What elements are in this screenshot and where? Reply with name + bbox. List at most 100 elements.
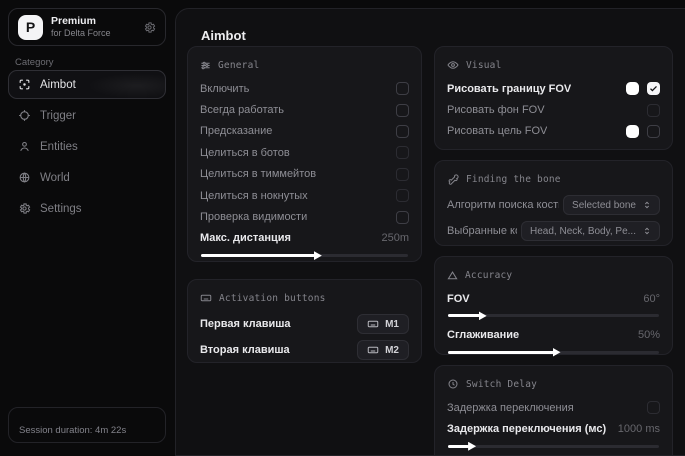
visual-row: Рисовать границу FOV bbox=[447, 78, 660, 99]
bone-algorithm-value: Selected bone bbox=[572, 200, 636, 211]
bone-selected-label: Выбранные кости bbox=[447, 225, 517, 237]
always-work-checkbox[interactable] bbox=[396, 104, 409, 117]
main-panel: Aimbot General Включить Всегда работать … bbox=[175, 8, 685, 456]
sidebar-item-settings[interactable]: Settings bbox=[8, 194, 166, 223]
toggle-label: Предсказание bbox=[200, 125, 272, 137]
fov-border-color-swatch[interactable] bbox=[626, 82, 639, 95]
target-teammates-checkbox[interactable] bbox=[396, 168, 409, 181]
fov-target-checkbox[interactable] bbox=[647, 125, 660, 138]
max-distance-label: Макс. дистанция bbox=[200, 232, 291, 244]
max-distance-slider[interactable] bbox=[201, 254, 408, 257]
toggle-row: Целиться в нокнутых bbox=[200, 185, 409, 206]
visual-header: Visual bbox=[447, 57, 660, 73]
switch-delay-toggle-label: Задержка переключения bbox=[447, 402, 574, 414]
general-card: General Включить Всегда работать Предска… bbox=[187, 46, 422, 262]
switch-delay-header: Switch Delay bbox=[447, 376, 660, 392]
smoothing-slider[interactable] bbox=[448, 351, 659, 354]
fov-border-checkbox[interactable] bbox=[647, 82, 660, 95]
bone-algorithm-label: Алгоритм поиска кости bbox=[447, 199, 559, 211]
slider-thumb[interactable] bbox=[468, 442, 476, 451]
sidebar-item-trigger[interactable]: Trigger bbox=[8, 101, 166, 130]
sidebar-item-world[interactable]: World bbox=[8, 163, 166, 192]
fov-background-checkbox[interactable] bbox=[647, 104, 660, 117]
world-globe-icon bbox=[18, 171, 31, 184]
fov-slider[interactable] bbox=[448, 314, 659, 317]
target-knocked-checkbox[interactable] bbox=[396, 189, 409, 202]
switch-delay-card: Switch Delay Задержка переключения Задер… bbox=[434, 365, 673, 456]
category-label: Category bbox=[15, 57, 54, 68]
prediction-checkbox[interactable] bbox=[396, 125, 409, 138]
target-bots-checkbox[interactable] bbox=[396, 146, 409, 159]
fov-target-label: Рисовать цель FOV bbox=[447, 125, 547, 137]
session-duration-label: Session duration: 4m 22s bbox=[19, 425, 126, 436]
toggle-label: Целиться в тиммейтов bbox=[200, 168, 316, 180]
fov-value: 60° bbox=[643, 293, 660, 305]
switch-delay-ms-value: 1000 ms bbox=[618, 423, 660, 435]
smoothing-row: Сглаживание 50% bbox=[447, 324, 660, 345]
activation-header: Activation buttons bbox=[200, 290, 409, 306]
brand-settings-gear-icon[interactable] bbox=[143, 21, 156, 34]
brand-subtitle: for Delta Force bbox=[51, 28, 111, 39]
switch-delay-slider[interactable] bbox=[448, 445, 659, 448]
toggle-label: Целиться в ботов bbox=[200, 147, 290, 159]
switch-delay-ms-row: Задержка переключения (мс) 1000 ms bbox=[447, 418, 660, 439]
fov-row: FOV 60° bbox=[447, 288, 660, 309]
sidebar-item-label: World bbox=[40, 172, 70, 184]
brand-card: P Premium for Delta Force bbox=[8, 8, 166, 46]
switch-delay-title: Switch Delay bbox=[466, 379, 537, 390]
slider-thumb[interactable] bbox=[479, 311, 487, 320]
toggle-label: Целиться в нокнутых bbox=[200, 190, 308, 202]
chevron-up-down-icon bbox=[643, 226, 651, 236]
activation-card: Activation buttons Первая клавиша M1 Вто… bbox=[187, 279, 422, 363]
toggle-row: Предсказание bbox=[200, 121, 409, 142]
bone-algorithm-dropdown[interactable]: Selected bone bbox=[563, 195, 660, 215]
toggle-label: Включить bbox=[200, 83, 249, 95]
switch-delay-ms-label: Задержка переключения (мс) bbox=[447, 423, 606, 435]
max-distance-value: 250m bbox=[381, 232, 409, 244]
fov-target-color-swatch[interactable] bbox=[626, 125, 639, 138]
sidebar-item-aimbot[interactable]: Aimbot bbox=[8, 70, 166, 99]
accuracy-header: Accuracy bbox=[447, 267, 660, 283]
bone-selected-value: Head, Neck, Body, Pe... bbox=[530, 226, 636, 237]
visibility-check-checkbox[interactable] bbox=[396, 211, 409, 224]
accuracy-title: Accuracy bbox=[465, 270, 512, 281]
second-key-label: Вторая клавиша bbox=[200, 344, 290, 356]
toggle-row: Всегда работать bbox=[200, 99, 409, 120]
first-keybind-button[interactable]: M1 bbox=[357, 314, 409, 334]
second-keybind-button[interactable]: M2 bbox=[357, 340, 409, 360]
settings-gear-icon bbox=[18, 202, 31, 215]
toggle-row: Целиться в тиммейтов bbox=[200, 164, 409, 185]
max-distance-row: Макс. дистанция 250m bbox=[200, 228, 409, 249]
keybind-row: Вторая клавиша M2 bbox=[200, 337, 409, 363]
bone-algorithm-row: Алгоритм поиска кости Selected bone bbox=[447, 192, 660, 218]
bone-selected-row: Выбранные кости Head, Neck, Body, Pe... bbox=[447, 218, 660, 244]
toggle-row: Целиться в ботов bbox=[200, 142, 409, 163]
aimbot-viewfinder-icon bbox=[18, 78, 31, 91]
triangle-icon bbox=[447, 270, 458, 281]
fov-border-label: Рисовать границу FOV bbox=[447, 83, 571, 95]
accuracy-card: Accuracy FOV 60° Сглаживание 50% bbox=[434, 256, 673, 355]
bone-selected-dropdown[interactable]: Head, Neck, Body, Pe... bbox=[521, 221, 660, 241]
brand-text: Premium for Delta Force bbox=[51, 15, 111, 39]
sidebar-item-entities[interactable]: Entities bbox=[8, 132, 166, 161]
fov-label: FOV bbox=[447, 293, 470, 305]
slider-thumb[interactable] bbox=[553, 348, 561, 357]
entities-person-icon bbox=[18, 140, 31, 153]
eye-icon bbox=[447, 59, 459, 71]
activation-title: Activation buttons bbox=[219, 293, 326, 304]
smoothing-value: 50% bbox=[638, 329, 660, 341]
keybind-value: M2 bbox=[385, 345, 399, 356]
slider-thumb[interactable] bbox=[314, 251, 322, 260]
trigger-crosshair-icon bbox=[18, 109, 31, 122]
switch-delay-checkbox[interactable] bbox=[647, 401, 660, 414]
brand-title: Premium bbox=[51, 15, 111, 28]
general-title: General bbox=[218, 60, 259, 71]
enable-checkbox[interactable] bbox=[396, 82, 409, 95]
bone-title: Finding the bone bbox=[466, 174, 561, 185]
keyboard-icon bbox=[200, 292, 212, 304]
toggle-row: Включить bbox=[200, 78, 409, 99]
keybind-value: M1 bbox=[385, 319, 399, 330]
fov-background-label: Рисовать фон FOV bbox=[447, 104, 545, 116]
sidebar-item-label: Entities bbox=[40, 141, 78, 153]
visual-title: Visual bbox=[466, 60, 502, 71]
